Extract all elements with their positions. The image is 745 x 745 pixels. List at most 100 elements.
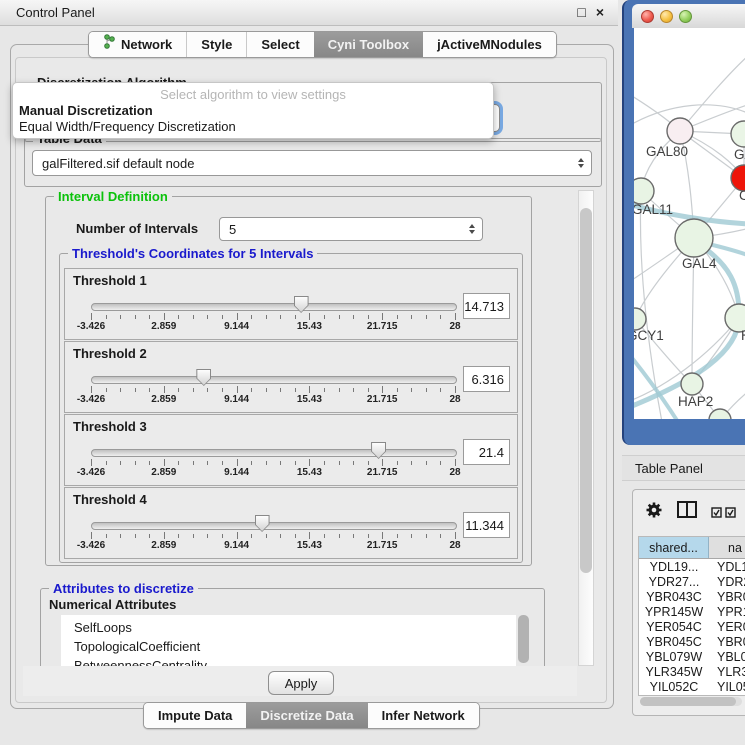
tick-mark bbox=[382, 459, 383, 466]
tick-mark bbox=[295, 315, 296, 319]
tick-mark bbox=[411, 534, 412, 538]
tick-mark bbox=[368, 388, 369, 392]
cell-name: YDR27 bbox=[709, 575, 745, 589]
table-row[interactable]: YBL079WYBL07 bbox=[639, 649, 745, 664]
table-body: YDL19...YDL19YDR27...YDR27YBR043CYBR04YP… bbox=[639, 559, 745, 694]
interval-group-title: Interval Definition bbox=[54, 190, 172, 204]
attribute-list-item[interactable]: TopologicalCoefficient bbox=[61, 637, 516, 656]
tab-impute-data[interactable]: Impute Data bbox=[144, 703, 246, 728]
slider-track[interactable] bbox=[91, 303, 457, 311]
table-row[interactable]: YBR045CYBR04 bbox=[639, 634, 745, 649]
tick-label: 9.144 bbox=[224, 394, 249, 405]
network-node[interactable] bbox=[675, 219, 713, 257]
slider-track[interactable] bbox=[91, 522, 457, 530]
tick-mark bbox=[207, 461, 208, 465]
tick-mark bbox=[295, 534, 296, 538]
tab-infer-network[interactable]: Infer Network bbox=[368, 703, 479, 728]
tick-label: 2.859 bbox=[151, 321, 176, 332]
tick-label: 21.715 bbox=[367, 321, 398, 332]
tick-mark bbox=[455, 313, 456, 320]
table-hscrollbar-thumb[interactable] bbox=[640, 697, 736, 706]
mac-close-icon[interactable] bbox=[641, 10, 654, 23]
network-node[interactable] bbox=[681, 373, 703, 395]
tab-discretize-data[interactable]: Discretize Data bbox=[246, 703, 367, 728]
threshold-value-field[interactable]: 11.344 bbox=[463, 512, 510, 538]
slider-track[interactable] bbox=[91, 449, 457, 457]
tick-label: 28 bbox=[449, 321, 460, 332]
mac-minimize-icon[interactable] bbox=[660, 10, 673, 23]
table-row[interactable]: YER054CYER05 bbox=[639, 619, 745, 634]
app-root: Control Panel □ × NetworkStyleSelectCyni… bbox=[0, 0, 745, 745]
table-data-combo-value: galFiltered.sif default node bbox=[42, 156, 194, 171]
tick-label: -3.426 bbox=[77, 467, 105, 478]
threshold-value-field[interactable]: 14.713 bbox=[463, 293, 510, 319]
tick-label: 28 bbox=[449, 394, 460, 405]
attribute-list-item[interactable]: SelfLoops bbox=[61, 618, 516, 637]
attribute-list-item[interactable]: BetweennessCentrality bbox=[61, 656, 516, 666]
table-row[interactable]: YPR145WYPR14 bbox=[639, 604, 745, 619]
close-icon[interactable]: × bbox=[596, 4, 604, 20]
tick-mark bbox=[120, 461, 121, 465]
thresholds-group: Threshold's Coordinates for 5 Intervals … bbox=[59, 253, 523, 563]
tab-label: jActiveMNodules bbox=[437, 32, 542, 57]
network-graph[interactable]: GAL80GACGAL11GAL4GCY1HHAP2 bbox=[634, 28, 745, 419]
algorithm-option[interactable]: Equal Width/Frequency Discretization bbox=[17, 119, 489, 135]
tick-label: 2.859 bbox=[151, 540, 176, 551]
table-row[interactable]: YDR27...YDR27 bbox=[639, 574, 745, 589]
columns-icon[interactable] bbox=[677, 501, 697, 523]
attributes-list-scrollbar[interactable] bbox=[518, 615, 529, 663]
interval-definition-group: Interval Definition Number of Intervals … bbox=[45, 196, 532, 566]
table-header-shared-name[interactable]: shared... bbox=[639, 537, 709, 558]
threshold-value-field[interactable]: 6.316 bbox=[463, 366, 510, 392]
tick-mark bbox=[353, 534, 354, 538]
tick-mark bbox=[280, 534, 281, 538]
table-row[interactable]: YBR043CYBR04 bbox=[639, 589, 745, 604]
algorithm-option[interactable]: Manual Discretization bbox=[17, 103, 489, 119]
network-node[interactable] bbox=[731, 121, 745, 147]
tick-mark bbox=[149, 461, 150, 465]
tab-label: Impute Data bbox=[158, 703, 232, 728]
table-row[interactable]: YDL19...YDL19 bbox=[639, 559, 745, 574]
number-of-intervals-combobox[interactable]: 5 bbox=[219, 217, 483, 241]
tab-jactivemnodules[interactable]: jActiveMNodules bbox=[423, 32, 556, 57]
tab-cyni-toolbox[interactable]: Cyni Toolbox bbox=[314, 32, 423, 57]
tab-label: Select bbox=[261, 32, 299, 57]
slider-track[interactable] bbox=[91, 376, 457, 384]
tab-label: Cyni Toolbox bbox=[328, 32, 409, 57]
tick-mark bbox=[222, 534, 223, 538]
network-node-label: H bbox=[741, 328, 745, 343]
network-node[interactable] bbox=[634, 178, 654, 204]
cell-shared-name: YLR345W bbox=[639, 665, 709, 679]
tick-mark bbox=[426, 315, 427, 319]
apply-button[interactable]: Apply bbox=[268, 671, 334, 695]
tick-mark bbox=[193, 461, 194, 465]
gear-icon[interactable] bbox=[645, 501, 663, 524]
tick-mark bbox=[455, 459, 456, 466]
threshold-value-field[interactable]: 21.4 bbox=[463, 439, 510, 465]
network-node[interactable] bbox=[634, 308, 646, 330]
table-hscrollbar-track[interactable] bbox=[640, 697, 742, 706]
network-canvas[interactable]: GAL80GACGAL11GAL4GCY1HHAP2 bbox=[634, 28, 745, 419]
table-row[interactable]: YLR345WYLR34 bbox=[639, 664, 745, 679]
tick-mark bbox=[266, 315, 267, 319]
node-table[interactable]: shared... na YDL19...YDL19YDR27...YDR27Y… bbox=[638, 536, 745, 696]
table-header-name[interactable]: na bbox=[709, 537, 745, 558]
settings-scrollbar-thumb[interactable] bbox=[580, 208, 592, 573]
checkbox-icons[interactable] bbox=[711, 507, 736, 518]
mac-zoom-icon[interactable] bbox=[679, 10, 692, 23]
float-window-icon[interactable]: □ bbox=[577, 4, 585, 20]
network-node[interactable] bbox=[667, 118, 693, 144]
table-data-combobox[interactable]: galFiltered.sif default node bbox=[32, 150, 592, 176]
tick-mark bbox=[309, 386, 310, 393]
tab-select[interactable]: Select bbox=[246, 32, 313, 57]
tab-style[interactable]: Style bbox=[186, 32, 246, 57]
tick-mark bbox=[426, 388, 427, 392]
tick-mark bbox=[368, 461, 369, 465]
tab-network[interactable]: Network bbox=[89, 32, 186, 57]
tick-label: 15.43 bbox=[297, 321, 322, 332]
table-row[interactable]: YIL052CYIL05 bbox=[639, 679, 745, 694]
tick-label: 21.715 bbox=[367, 467, 398, 478]
numerical-attributes-list[interactable]: SelfLoopsTopologicalCoefficientBetweenne… bbox=[61, 615, 516, 666]
tick-mark bbox=[91, 313, 92, 320]
cell-name: YLR34 bbox=[709, 665, 745, 679]
